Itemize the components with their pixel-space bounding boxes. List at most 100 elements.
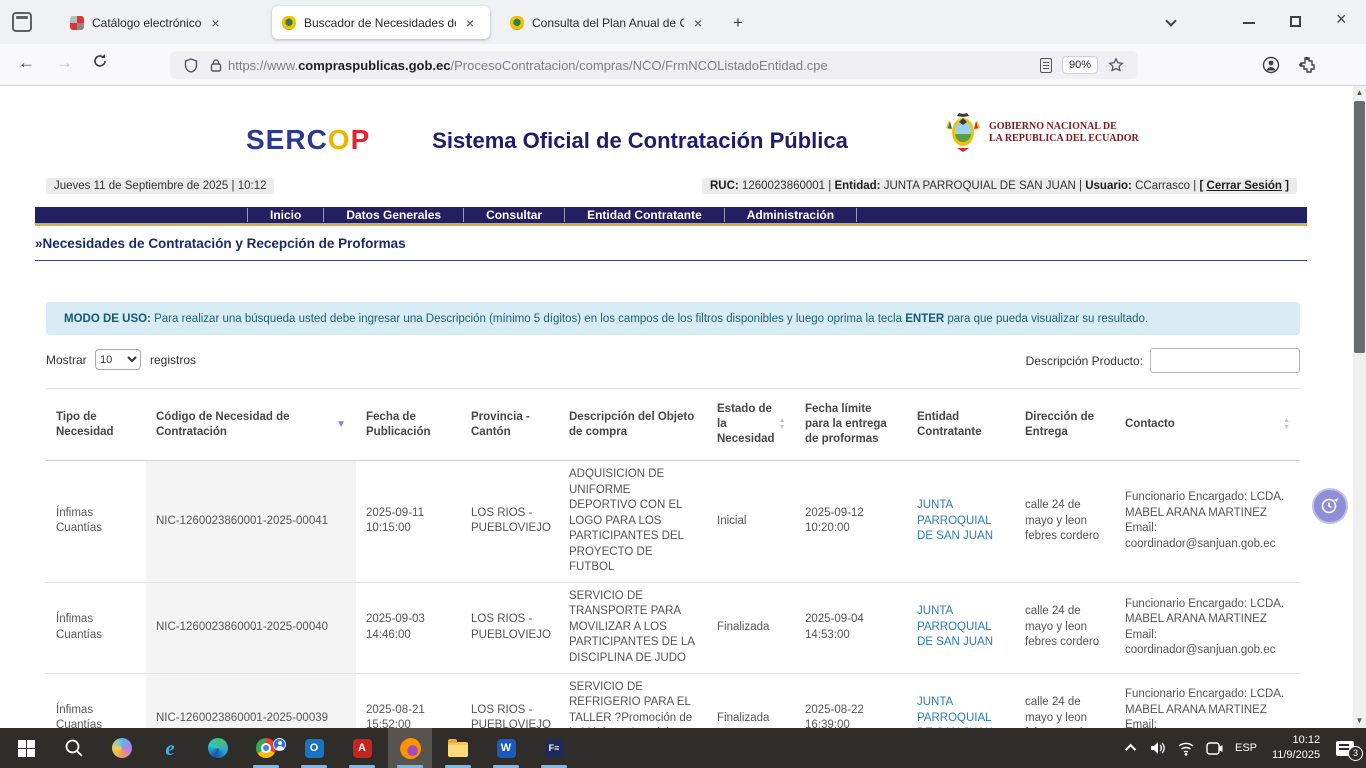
chevron-up-icon: [1125, 744, 1136, 755]
tab-close-icon[interactable]: ×: [692, 15, 704, 31]
nav-item-inicio[interactable]: Inicio: [247, 208, 324, 222]
browser-toolbar: ← → https://www.compraspublicas.gob.ec/P…: [0, 44, 1366, 86]
table-row: Ínfimas Cuantías NIC-1260023860001-2025-…: [46, 582, 1300, 673]
back-icon[interactable]: ←: [18, 53, 35, 73]
tray-volume[interactable]: [1144, 728, 1172, 768]
tray-time: 10:12: [1272, 733, 1320, 748]
scroll-down-icon[interactable]: ▼: [1353, 714, 1366, 728]
timer-clock-icon: [1320, 496, 1340, 516]
entidad-link[interactable]: JUNTA PARROQUIAL DE SAN JUAN: [917, 605, 993, 648]
forward-icon[interactable]: →: [56, 53, 73, 73]
tab-close-icon[interactable]: ×: [464, 15, 476, 31]
product-description-label: Descripción Producto:: [1025, 354, 1143, 368]
shield-icon[interactable]: [184, 58, 198, 73]
scrollbar-thumb[interactable]: [1354, 101, 1365, 353]
floating-extension-button[interactable]: [1312, 488, 1348, 524]
table-controls: Mostrar 10 registros Descripción Product…: [0, 348, 1353, 374]
outlook-button[interactable]: O: [292, 728, 336, 768]
scroll-up-icon[interactable]: ▲: [1353, 86, 1366, 100]
file-explorer-icon: [448, 742, 468, 757]
nav-item-entidad-contratante[interactable]: Entidad Contratante: [565, 208, 725, 222]
new-tab-button[interactable]: +: [733, 13, 743, 33]
notification-icon: 3: [1336, 741, 1354, 756]
reader-mode-icon[interactable]: [1040, 58, 1052, 73]
col-contacto[interactable]: Contacto▲▼: [1115, 389, 1300, 461]
window-maximize-button[interactable]: [1290, 16, 1301, 27]
lock-icon[interactable]: [210, 58, 222, 73]
tray-clock[interactable]: 10:1211/9/2025: [1266, 728, 1326, 768]
entidad-link[interactable]: JUNTA PARROQUIAL DE SAN JUAN: [917, 499, 993, 542]
product-description-input[interactable]: [1150, 348, 1300, 373]
fes-app-button[interactable]: F≡: [532, 728, 576, 768]
tray-meet-now[interactable]: [1200, 728, 1228, 768]
col-provincia-canton[interactable]: Provincia - Cantón: [461, 389, 559, 461]
acrobat-button[interactable]: A: [340, 728, 384, 768]
outlook-icon: O: [305, 739, 324, 758]
window-close-button[interactable]: ×: [1336, 9, 1347, 30]
start-button[interactable]: [4, 728, 48, 768]
col-fecha-publicacion[interactable]: Fecha de Publicación: [356, 389, 461, 461]
nav-item-consultar[interactable]: Consultar: [464, 208, 565, 222]
chrome-button[interactable]: [244, 728, 288, 768]
nav-item-datos-generales[interactable]: Datos Generales: [324, 208, 464, 222]
tab-buscador-active[interactable]: Buscador de Necesidades de Co ×: [272, 6, 490, 39]
edge-button[interactable]: [196, 728, 240, 768]
file-explorer-button[interactable]: [436, 728, 480, 768]
window-minimize-button[interactable]: [1243, 22, 1255, 24]
account-icon[interactable]: [1262, 56, 1280, 79]
copilot-button[interactable]: [100, 728, 144, 768]
cell-codigo: NIC-1260023860001-2025-00041: [146, 461, 356, 583]
table-row: Ínfimas Cuantías NIC-1260023860001-2025-…: [46, 673, 1300, 728]
tray-show-hidden-icons[interactable]: [1118, 728, 1146, 768]
cell-contacto: Funcionario Encargado: LCDA. MABEL ARANA…: [1115, 673, 1300, 728]
tab-consulta-plan[interactable]: Consulta del Plan Anual de Con ×: [500, 6, 714, 39]
tab-catalogo[interactable]: Catálogo electrónico ×: [60, 6, 264, 39]
cell-direccion: calle 24 de mayo y leon febres cordero: [1015, 582, 1115, 673]
cell-descripcion: SERVICIO DE REFRIGERIO PARA EL TALLER ?P…: [559, 673, 707, 728]
firefox-view-icon[interactable]: [12, 12, 32, 32]
search-icon: [64, 738, 84, 758]
zoom-level-indicator[interactable]: 90%: [1062, 56, 1098, 74]
word-button[interactable]: W: [484, 728, 528, 768]
nav-item-administracion[interactable]: Administración: [725, 208, 857, 222]
records-per-page-select[interactable]: 10: [95, 349, 141, 370]
browser-tab-strip: Catálogo electrónico × Buscador de Neces…: [0, 0, 1366, 44]
cell-estado: Finalizada: [707, 673, 795, 728]
url-bar[interactable]: https://www.compraspublicas.gob.ec/Proce…: [170, 51, 1138, 79]
col-entidad-contratante[interactable]: Entidad Contratante: [907, 389, 1015, 461]
firefox-icon: [400, 738, 421, 759]
extensions-puzzle-icon[interactable]: [1298, 56, 1316, 79]
col-tipo-necesidad[interactable]: Tipo de Necesidad: [46, 389, 146, 461]
sort-desc-icon: ▼: [336, 418, 346, 431]
col-descripcion-objeto[interactable]: Descripción del Objeto de compra: [559, 389, 707, 461]
catalog-favicon-icon: [70, 16, 84, 30]
crest-favicon-icon: [510, 16, 524, 30]
cell-tipo: Ínfimas Cuantías: [46, 582, 146, 673]
search-button[interactable]: [52, 728, 96, 768]
vertical-scrollbar[interactable]: ▲ ▼: [1353, 86, 1366, 728]
url-text: https://www.compraspublicas.gob.ec/Proce…: [228, 58, 1034, 73]
notification-center-button[interactable]: 3: [1330, 728, 1360, 768]
internet-explorer-button[interactable]: e: [148, 728, 192, 768]
tab-close-icon[interactable]: ×: [209, 15, 221, 31]
logout-link[interactable]: Cerrar Sesión: [1207, 180, 1282, 192]
bookmark-star-icon[interactable]: [1108, 57, 1124, 73]
page-content: SERCOP Sistema Oficial de Contratación P…: [0, 86, 1353, 728]
tray-network[interactable]: [1172, 728, 1200, 768]
col-direccion-entrega[interactable]: Dirección de Entrega: [1015, 389, 1115, 461]
col-fecha-limite[interactable]: Fecha límite para la entrega de proforma…: [795, 389, 907, 461]
notification-count-badge: 3: [1348, 746, 1363, 761]
col-codigo-necesidad[interactable]: Código de Necesidad de Contratación▼: [146, 389, 356, 461]
cell-direccion: calle 24 de mayo y leon febres cordero: [1015, 673, 1115, 728]
ecuador-crest-icon: [945, 112, 981, 154]
list-all-tabs-icon[interactable]: [1160, 12, 1182, 32]
tray-language-indicator[interactable]: ESP: [1228, 728, 1264, 768]
windows-taskbar: e O A W F≡ ESP 10:1211/9/2025 3: [0, 728, 1366, 768]
cell-tipo: Ínfimas Cuantías: [46, 673, 146, 728]
firefox-button[interactable]: [388, 728, 432, 768]
entidad-link[interactable]: JUNTA PARROQUIAL DE SAN JUAN: [917, 696, 993, 728]
copilot-icon: [112, 738, 132, 758]
cell-fecha-publicacion: 2025-09-03 14:46:00: [356, 582, 461, 673]
reload-icon[interactable]: [92, 53, 108, 74]
col-estado-necesidad[interactable]: Estado de la Necesidad▲▼: [707, 389, 795, 461]
